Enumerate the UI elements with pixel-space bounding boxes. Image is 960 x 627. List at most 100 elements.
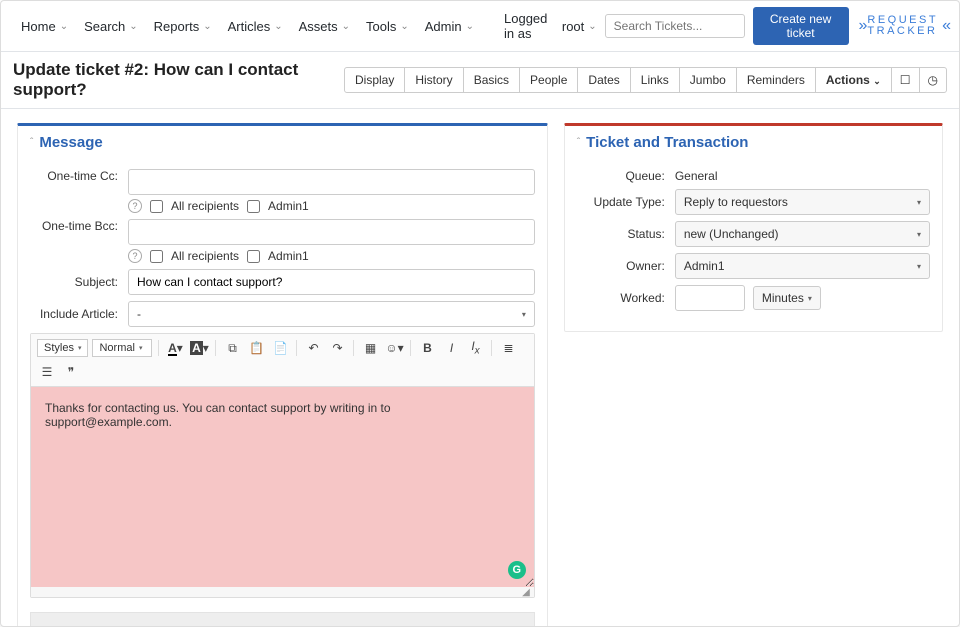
- search-tickets-input[interactable]: [605, 14, 745, 38]
- include-article-select[interactable]: - ▾: [128, 301, 535, 327]
- background-color-icon: A: [190, 341, 203, 355]
- cc-all-recipients-label: All recipients: [171, 199, 239, 213]
- editor-content-area[interactable]: Thanks for contacting us. You can contac…: [31, 387, 534, 587]
- toolbar-separator: [215, 340, 216, 356]
- nav-tools[interactable]: Tools⌄: [358, 15, 417, 38]
- tab-basics[interactable]: Basics: [463, 67, 520, 93]
- one-time-bcc-label: One-time Bcc:: [30, 219, 128, 233]
- redo-button[interactable]: ↷: [327, 338, 347, 358]
- cc-admin1-label: Admin1: [268, 199, 309, 213]
- chevron-down-icon: ⌄: [203, 21, 211, 32]
- tab-jumbo[interactable]: Jumbo: [679, 67, 737, 93]
- status-row: Status: new (Unchanged) ▾: [577, 221, 930, 247]
- nav-assets[interactable]: Assets⌄: [291, 15, 358, 38]
- page-title: Update ticket #2: How can I contact supp…: [13, 60, 345, 100]
- left-column: ˆ Message One-time Cc: ? All recipients: [17, 123, 548, 627]
- cc-all-recipients-checkbox[interactable]: [150, 200, 163, 213]
- one-time-bcc-input[interactable]: [128, 219, 535, 245]
- bookmark-button[interactable]: ☐: [891, 67, 920, 93]
- copy-button[interactable]: ⧉: [222, 338, 242, 358]
- bold-button[interactable]: B: [417, 338, 437, 358]
- tab-display[interactable]: Display: [344, 67, 405, 93]
- message-panel-header: ˆ Message: [18, 126, 547, 159]
- status-label: Status:: [577, 227, 675, 241]
- logged-in-user: root: [562, 19, 584, 34]
- create-new-ticket-button[interactable]: Create new ticket: [753, 7, 849, 45]
- subject-row: Subject:: [30, 269, 535, 295]
- editor-resize-handle[interactable]: ◢: [31, 587, 534, 597]
- update-type-row: Update Type: Reply to requestors ▾: [577, 189, 930, 215]
- ticket-panel: ˆ Ticket and Transaction Queue: General …: [564, 123, 943, 332]
- nav-admin-label: Admin: [425, 19, 462, 34]
- app-window: Home⌄ Search⌄ Reports⌄ Articles⌄ Assets⌄…: [0, 0, 960, 627]
- top-navigation: Home⌄ Search⌄ Reports⌄ Articles⌄ Assets⌄…: [1, 1, 959, 52]
- one-time-bcc-row: One-time Bcc: ? All recipients Admin1: [30, 219, 535, 263]
- ticket-panel-header: ˆ Ticket and Transaction: [565, 126, 942, 159]
- bullet-list-button[interactable]: ☰: [37, 362, 57, 382]
- nav-search[interactable]: Search⌄: [76, 15, 146, 38]
- collapse-icon[interactable]: ˆ: [577, 137, 580, 148]
- subject-input[interactable]: [128, 269, 535, 295]
- chevron-down-icon: ▾: [522, 310, 526, 319]
- numbered-list-button[interactable]: ≣: [498, 338, 518, 358]
- nav-search-label: Search: [84, 19, 125, 34]
- bcc-all-recipients-checkbox[interactable]: [150, 250, 163, 263]
- text-color-button[interactable]: A▾: [165, 338, 185, 358]
- background-color-button[interactable]: A▾: [189, 338, 209, 358]
- one-time-cc-input[interactable]: [128, 169, 535, 195]
- nav-articles[interactable]: Articles⌄: [220, 15, 291, 38]
- chevron-down-icon: ⌄: [60, 21, 68, 32]
- tab-history[interactable]: History: [404, 67, 463, 93]
- nav-reports-label: Reports: [154, 19, 200, 34]
- status-select[interactable]: new (Unchanged) ▾: [675, 221, 930, 247]
- request-tracker-logo: » REQUEST TRACKER «: [859, 15, 948, 37]
- include-article-row: Include Article: - ▾: [30, 301, 535, 327]
- paste-button[interactable]: 📋: [246, 338, 266, 358]
- subject-label: Subject:: [30, 275, 128, 289]
- tab-people[interactable]: People: [519, 67, 578, 93]
- message-panel-body: One-time Cc: ? All recipients Admin1: [18, 159, 547, 627]
- tab-actions[interactable]: Actions ⌄: [815, 67, 892, 93]
- clear-format-icon: Ix: [471, 339, 479, 356]
- emoji-button[interactable]: ☺▾: [384, 338, 404, 358]
- clear-format-button[interactable]: Ix: [465, 338, 485, 358]
- timer-button[interactable]: ◷: [919, 67, 947, 93]
- collapse-icon[interactable]: ˆ: [30, 137, 33, 148]
- ticket-panel-title: Ticket and Transaction: [586, 134, 748, 151]
- tab-reminders[interactable]: Reminders: [736, 67, 816, 93]
- chevron-down-icon: ▾: [917, 262, 921, 271]
- owner-select[interactable]: Admin1 ▾: [675, 253, 930, 279]
- blockquote-button[interactable]: ❞: [61, 362, 81, 382]
- text-color-icon: A: [168, 341, 177, 355]
- chevron-down-icon: ⌄: [588, 21, 596, 32]
- nav-logged-in[interactable]: Logged in as root ⌄: [496, 7, 605, 45]
- bookmark-icon: ☐: [900, 73, 911, 87]
- chevron-down-icon: ▾: [917, 230, 921, 239]
- grammarly-icon[interactable]: G: [508, 561, 526, 579]
- nav-admin[interactable]: Admin⌄: [417, 15, 482, 38]
- worked-units-select[interactable]: Minutes ▾: [753, 286, 821, 310]
- update-type-select[interactable]: Reply to requestors ▾: [675, 189, 930, 215]
- toolbar-separator: [296, 340, 297, 356]
- worked-input[interactable]: [675, 285, 745, 311]
- bullet-list-icon: ☰: [42, 365, 53, 379]
- table-button[interactable]: ▦: [360, 338, 380, 358]
- file-dropzone[interactable]: Drop files here or click to attach: [30, 612, 535, 627]
- tab-dates[interactable]: Dates: [577, 67, 630, 93]
- format-dropdown[interactable]: Normal▾: [92, 339, 152, 357]
- message-panel: ˆ Message One-time Cc: ? All recipients: [17, 123, 548, 627]
- help-icon[interactable]: ?: [128, 199, 142, 213]
- italic-button[interactable]: I: [441, 338, 461, 358]
- tab-links[interactable]: Links: [630, 67, 680, 93]
- chevron-down-icon: ⌄: [873, 76, 881, 86]
- nav-reports[interactable]: Reports⌄: [146, 15, 220, 38]
- styles-dropdown[interactable]: Styles▾: [37, 339, 88, 357]
- chevron-down-icon: ⌄: [274, 21, 282, 32]
- content-area: ˆ Message One-time Cc: ? All recipients: [1, 109, 959, 627]
- bcc-admin1-checkbox[interactable]: [247, 250, 260, 263]
- undo-button[interactable]: ↶: [303, 338, 323, 358]
- nav-home[interactable]: Home⌄: [13, 15, 76, 38]
- paste-text-button[interactable]: 📄: [270, 338, 290, 358]
- cc-admin1-checkbox[interactable]: [247, 200, 260, 213]
- help-icon[interactable]: ?: [128, 249, 142, 263]
